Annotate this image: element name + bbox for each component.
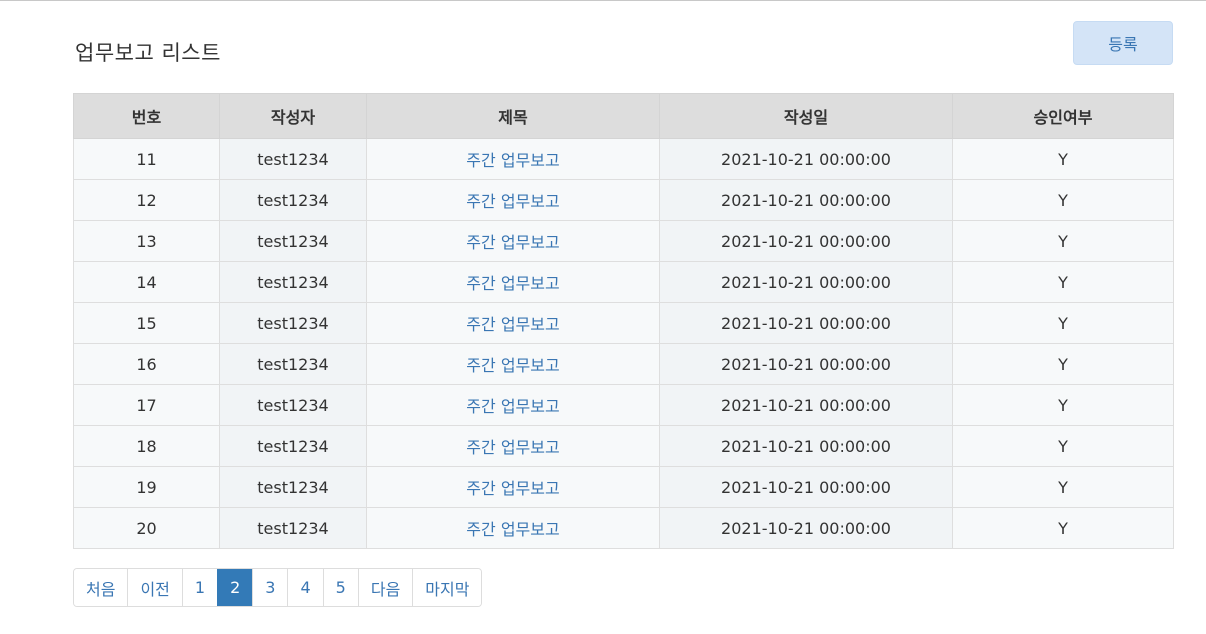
cell-approved: Y	[952, 343, 1174, 385]
page-5-button[interactable]: 5	[322, 569, 358, 606]
table-row: 18 test1234 주간 업무보고 2021-10-21 00:00:00 Y	[73, 425, 1174, 467]
cell-writer: test1234	[219, 343, 367, 385]
report-title-link[interactable]: 주간 업무보고	[466, 397, 559, 416]
cell-approved: Y	[952, 220, 1174, 262]
column-header-title: 제목	[366, 93, 660, 139]
report-table: 번호 작성자 제목 작성일 승인여부 11 test1234 주간 업무보고 2021…	[73, 93, 1174, 549]
cell-date: 2021-10-21 00:00:00	[659, 138, 953, 180]
cell-no: 16	[73, 343, 220, 385]
page-1-button[interactable]: 1	[181, 569, 218, 606]
column-header-approved: 승인여부	[952, 93, 1174, 139]
table-row: 20 test1234 주간 업무보고 2021-10-21 00:00:00 Y	[73, 507, 1174, 549]
table-header-row: 번호 작성자 제목 작성일 승인여부	[73, 93, 1174, 139]
table-row: 12 test1234 주간 업무보고 2021-10-21 00:00:00 Y	[73, 179, 1174, 221]
cell-title: 주간 업무보고	[366, 384, 660, 426]
cell-approved: Y	[952, 138, 1174, 180]
column-header-writer: 작성자	[219, 93, 367, 139]
table-row: 14 test1234 주간 업무보고 2021-10-21 00:00:00 Y	[73, 261, 1174, 303]
cell-approved: Y	[952, 425, 1174, 467]
report-title-link[interactable]: 주간 업무보고	[466, 192, 559, 211]
table-row: 16 test1234 주간 업무보고 2021-10-21 00:00:00 Y	[73, 343, 1174, 385]
cell-writer: test1234	[219, 302, 367, 344]
cell-no: 19	[73, 466, 220, 508]
cell-title: 주간 업무보고	[366, 302, 660, 344]
pagination: 처음 이전 1 2 3 4 5 다음 마지막	[73, 568, 483, 607]
cell-approved: Y	[952, 302, 1174, 344]
cell-date: 2021-10-21 00:00:00	[659, 179, 953, 221]
cell-approved: Y	[952, 507, 1174, 549]
table-row: 11 test1234 주간 업무보고 2021-10-21 00:00:00 Y	[73, 138, 1174, 180]
cell-no: 20	[73, 507, 220, 549]
cell-date: 2021-10-21 00:00:00	[659, 302, 953, 344]
cell-date: 2021-10-21 00:00:00	[659, 220, 953, 262]
cell-no: 14	[73, 261, 220, 303]
table-row: 13 test1234 주간 업무보고 2021-10-21 00:00:00 Y	[73, 220, 1174, 262]
cell-title: 주간 업무보고	[366, 343, 660, 385]
cell-approved: Y	[952, 466, 1174, 508]
cell-title: 주간 업무보고	[366, 220, 660, 262]
cell-writer: test1234	[219, 138, 367, 180]
cell-no: 15	[73, 302, 220, 344]
report-title-link[interactable]: 주간 업무보고	[466, 520, 559, 539]
page-3-button[interactable]: 3	[252, 569, 288, 606]
column-header-no: 번호	[73, 93, 220, 139]
page-first-button[interactable]: 처음	[74, 569, 128, 606]
cell-writer: test1234	[219, 179, 367, 221]
cell-writer: test1234	[219, 507, 367, 549]
cell-writer: test1234	[219, 425, 367, 467]
report-title-link[interactable]: 주간 업무보고	[466, 151, 559, 170]
cell-writer: test1234	[219, 261, 367, 303]
page-4-button[interactable]: 4	[287, 569, 323, 606]
cell-no: 12	[73, 179, 220, 221]
table-row: 19 test1234 주간 업무보고 2021-10-21 00:00:00 Y	[73, 466, 1174, 508]
cell-date: 2021-10-21 00:00:00	[659, 343, 953, 385]
report-title-link[interactable]: 주간 업무보고	[466, 315, 559, 334]
column-header-date: 작성일	[659, 93, 953, 139]
report-title-link[interactable]: 주간 업무보고	[466, 356, 559, 375]
page-prev-button[interactable]: 이전	[127, 569, 182, 606]
cell-writer: test1234	[219, 466, 367, 508]
register-button[interactable]: 등록	[1073, 21, 1173, 65]
page-last-button[interactable]: 마지막	[412, 569, 482, 606]
cell-title: 주간 업무보고	[366, 261, 660, 303]
table-row: 15 test1234 주간 업무보고 2021-10-21 00:00:00 Y	[73, 302, 1174, 344]
cell-title: 주간 업무보고	[366, 507, 660, 549]
cell-writer: test1234	[219, 384, 367, 426]
cell-approved: Y	[952, 384, 1174, 426]
cell-no: 11	[73, 138, 220, 180]
page-2-button[interactable]: 2	[217, 569, 253, 606]
cell-date: 2021-10-21 00:00:00	[659, 425, 953, 467]
cell-date: 2021-10-21 00:00:00	[659, 384, 953, 426]
report-title-link[interactable]: 주간 업무보고	[466, 274, 559, 293]
cell-approved: Y	[952, 179, 1174, 221]
cell-no: 13	[73, 220, 220, 262]
cell-date: 2021-10-21 00:00:00	[659, 466, 953, 508]
cell-writer: test1234	[219, 220, 367, 262]
cell-title: 주간 업무보고	[366, 138, 660, 180]
report-title-link[interactable]: 주간 업무보고	[466, 233, 559, 252]
cell-approved: Y	[952, 261, 1174, 303]
report-title-link[interactable]: 주간 업무보고	[466, 438, 559, 457]
cell-title: 주간 업무보고	[366, 466, 660, 508]
page-title: 업무보고 리스트	[75, 41, 221, 65]
cell-title: 주간 업무보고	[366, 179, 660, 221]
table-body: 11 test1234 주간 업무보고 2021-10-21 00:00:00 Y 12 t…	[73, 138, 1174, 549]
page-next-button[interactable]: 다음	[357, 569, 413, 606]
table-row: 17 test1234 주간 업무보고 2021-10-21 00:00:00 Y	[73, 384, 1174, 426]
report-title-link[interactable]: 주간 업무보고	[466, 479, 559, 498]
cell-no: 17	[73, 384, 220, 426]
cell-title: 주간 업무보고	[366, 425, 660, 467]
cell-date: 2021-10-21 00:00:00	[659, 507, 953, 549]
cell-date: 2021-10-21 00:00:00	[659, 261, 953, 303]
cell-no: 18	[73, 425, 220, 467]
